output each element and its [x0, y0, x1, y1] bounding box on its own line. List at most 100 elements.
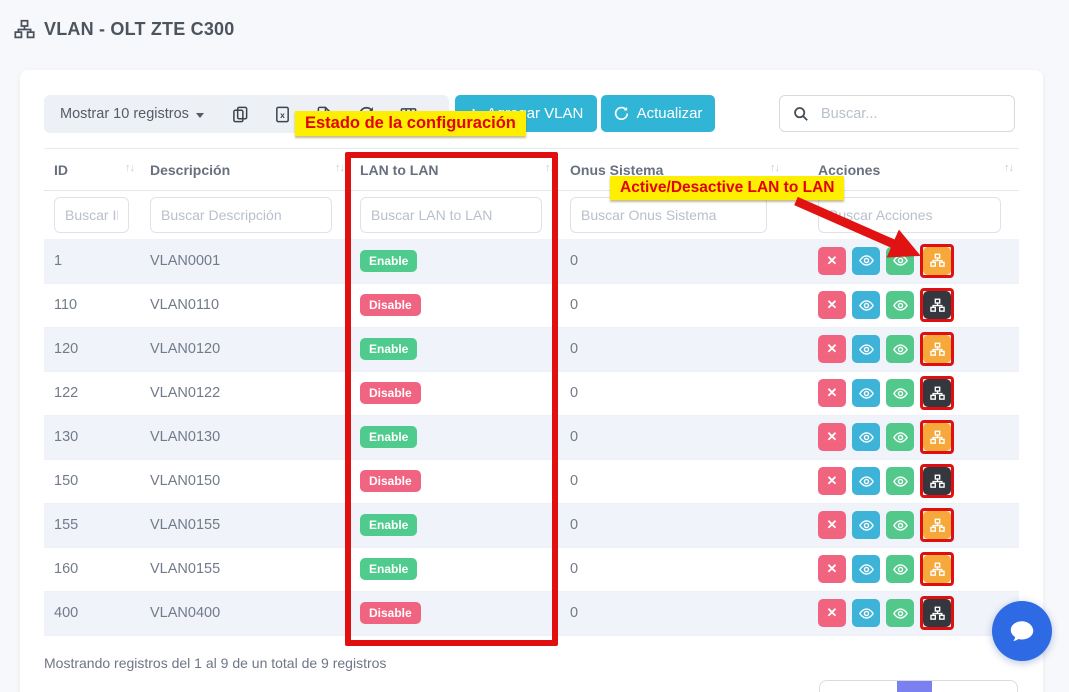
- annotation-rect-lan-button: [920, 420, 954, 454]
- view-button[interactable]: [852, 467, 880, 495]
- view-onus-button[interactable]: [886, 555, 914, 583]
- sort-icon[interactable]: ↑↓: [545, 162, 554, 174]
- x-icon: ✕: [827, 429, 838, 445]
- lan-toggle-button[interactable]: [923, 247, 951, 275]
- delete-button[interactable]: ✕: [818, 555, 846, 583]
- filter-lan-input[interactable]: [360, 197, 542, 233]
- eye-icon: [859, 518, 874, 533]
- lan-toggle-button[interactable]: [923, 555, 951, 583]
- table-row: 130 VLAN0130 Enable 0 ✕: [44, 415, 1019, 459]
- sort-icon[interactable]: ↑↓: [1004, 162, 1013, 174]
- chat-bubble-icon: [1007, 616, 1037, 646]
- delete-button[interactable]: ✕: [818, 291, 846, 319]
- cell-id: 160: [44, 547, 140, 591]
- eye-icon: [859, 606, 874, 621]
- cell-description: VLAN0001: [140, 239, 350, 283]
- view-onus-button[interactable]: [886, 379, 914, 407]
- view-button[interactable]: [852, 423, 880, 451]
- cell-id: 150: [44, 459, 140, 503]
- cell-description: VLAN0130: [140, 415, 350, 459]
- filter-id-input[interactable]: [54, 197, 129, 233]
- view-button[interactable]: [852, 511, 880, 539]
- view-onus-button[interactable]: [886, 511, 914, 539]
- pagination-active-page[interactable]: [897, 681, 932, 692]
- view-button[interactable]: [852, 291, 880, 319]
- view-onus-button[interactable]: [886, 467, 914, 495]
- delete-button[interactable]: ✕: [818, 379, 846, 407]
- sort-icon[interactable]: ↑↓: [335, 162, 344, 174]
- lan-toggle-button[interactable]: [923, 335, 951, 363]
- search-input[interactable]: [819, 105, 1004, 123]
- annotation-rect-lan-button: [920, 332, 954, 366]
- delete-button[interactable]: ✕: [818, 599, 846, 627]
- lan-toggle-button[interactable]: [923, 291, 951, 319]
- delete-button[interactable]: ✕: [818, 247, 846, 275]
- filter-description-input[interactable]: [150, 197, 332, 233]
- cell-description: VLAN0120: [140, 327, 350, 371]
- pagination[interactable]: [819, 680, 1018, 692]
- filter-onus-input[interactable]: [570, 197, 767, 233]
- view-button[interactable]: [852, 599, 880, 627]
- table-row: 110 VLAN0110 Disable 0 ✕: [44, 283, 1019, 327]
- sort-icon[interactable]: ↑↓: [770, 162, 779, 174]
- x-icon: ✕: [827, 297, 838, 313]
- eye-icon: [893, 474, 908, 489]
- x-icon: ✕: [827, 253, 838, 269]
- sitemap-icon: [930, 518, 945, 533]
- cell-id: 130: [44, 415, 140, 459]
- cell-onus: 0: [560, 415, 785, 459]
- cell-description: VLAN0155: [140, 547, 350, 591]
- row-actions: ✕: [818, 376, 1013, 410]
- column-header-description[interactable]: Descripción↑↓: [140, 149, 350, 191]
- filter-row: [44, 191, 1019, 240]
- view-button[interactable]: [852, 555, 880, 583]
- lan-toggle-button[interactable]: [923, 379, 951, 407]
- eye-icon: [893, 342, 908, 357]
- lan-toggle-button[interactable]: [923, 511, 951, 539]
- view-onus-button[interactable]: [886, 247, 914, 275]
- lan-toggle-button[interactable]: [923, 599, 951, 627]
- search-icon: [793, 106, 809, 122]
- view-button[interactable]: [852, 247, 880, 275]
- annotation-rect-lan-button: [920, 508, 954, 542]
- page-title-text: VLAN - OLT ZTE C300: [44, 19, 234, 40]
- cell-description: VLAN0400: [140, 591, 350, 635]
- cell-id: 1: [44, 239, 140, 283]
- status-badge: Enable: [360, 426, 417, 448]
- delete-button[interactable]: ✕: [818, 423, 846, 451]
- row-actions: ✕: [818, 552, 1013, 586]
- lan-toggle-button[interactable]: [923, 423, 951, 451]
- cell-onus: 0: [560, 547, 785, 591]
- view-onus-button[interactable]: [886, 291, 914, 319]
- view-onus-button[interactable]: [886, 423, 914, 451]
- column-header-lan-to-lan[interactable]: LAN to LAN↑↓: [350, 149, 560, 191]
- cell-onus: 0: [560, 239, 785, 283]
- chat-button[interactable]: [992, 601, 1052, 661]
- view-button[interactable]: [852, 335, 880, 363]
- refresh-button[interactable]: Actualizar: [601, 95, 715, 132]
- eye-icon: [893, 298, 908, 313]
- global-search: [779, 95, 1015, 132]
- view-onus-button[interactable]: [886, 599, 914, 627]
- cell-id: 155: [44, 503, 140, 547]
- eye-icon: [859, 430, 874, 445]
- column-header-id[interactable]: ID↑↓: [44, 149, 140, 191]
- delete-button[interactable]: ✕: [818, 467, 846, 495]
- delete-button[interactable]: ✕: [818, 511, 846, 539]
- eye-icon: [893, 518, 908, 533]
- annotation-rect-lan-button: [920, 552, 954, 586]
- view-onus-button[interactable]: [886, 335, 914, 363]
- table-row: 150 VLAN0150 Disable 0 ✕: [44, 459, 1019, 503]
- length-menu-label: Mostrar 10 registros: [60, 106, 189, 122]
- sort-icon[interactable]: ↑↓: [125, 162, 134, 174]
- sitemap-icon: [930, 386, 945, 401]
- excel-export-icon[interactable]: x: [274, 106, 291, 123]
- status-badge: Disable: [360, 470, 421, 492]
- filter-actions-input[interactable]: [818, 197, 1001, 233]
- view-button[interactable]: [852, 379, 880, 407]
- length-menu-dropdown[interactable]: Mostrar 10 registros: [60, 106, 204, 122]
- annotation-rect-lan-button: [920, 376, 954, 410]
- lan-toggle-button[interactable]: [923, 467, 951, 495]
- delete-button[interactable]: ✕: [818, 335, 846, 363]
- copy-icon[interactable]: [232, 106, 249, 123]
